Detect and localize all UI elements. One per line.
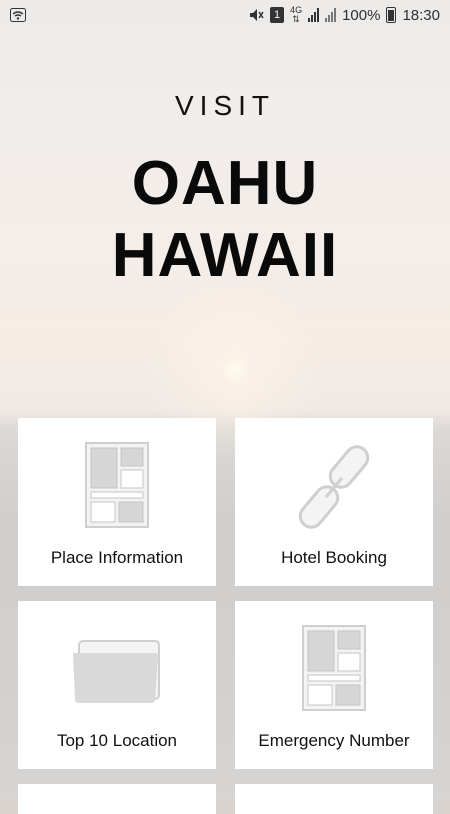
sim-slot-badge: 1 <box>270 7 285 23</box>
tile-label: Place Information <box>50 548 184 567</box>
folder-icon <box>71 639 163 710</box>
tile-emergency-number[interactable]: Emergency Number <box>235 601 433 769</box>
tile-label: Top 10 Location <box>56 731 178 750</box>
status-bar: 1 4G ⇅ 100% 18:30 <box>0 0 450 30</box>
wifi-icon <box>10 8 26 22</box>
page-title: OAHU HAWAII <box>0 148 450 292</box>
network-type-icon: 4G ⇅ <box>290 5 303 24</box>
chain-link-icon <box>288 442 380 537</box>
battery-percent: 100% <box>342 6 381 24</box>
mute-icon <box>248 8 264 22</box>
tile-hotel-booking[interactable]: Hotel Booking <box>235 418 433 586</box>
tile-place-information[interactable]: Place Information <box>18 418 216 586</box>
layout-icon <box>85 442 149 533</box>
tile-top-10-location[interactable]: Top 10 Location <box>18 601 216 769</box>
battery-icon <box>386 7 397 23</box>
layout-icon <box>302 625 366 716</box>
tile-label: Hotel Booking <box>281 548 387 567</box>
tile-partial-left[interactable] <box>18 784 216 814</box>
title-line-2: HAWAII <box>111 221 339 290</box>
menu-grid: Place Information Hotel Booking Top 10 L… <box>18 418 433 814</box>
visit-heading: VISIT <box>174 90 275 121</box>
tile-partial-right[interactable] <box>235 784 433 814</box>
signal-2-icon <box>325 8 337 22</box>
tile-label: Emergency Number <box>258 731 410 750</box>
signal-icon <box>308 8 320 22</box>
title-line-1: OAHU <box>131 149 319 218</box>
clock: 18:30 <box>402 6 440 24</box>
